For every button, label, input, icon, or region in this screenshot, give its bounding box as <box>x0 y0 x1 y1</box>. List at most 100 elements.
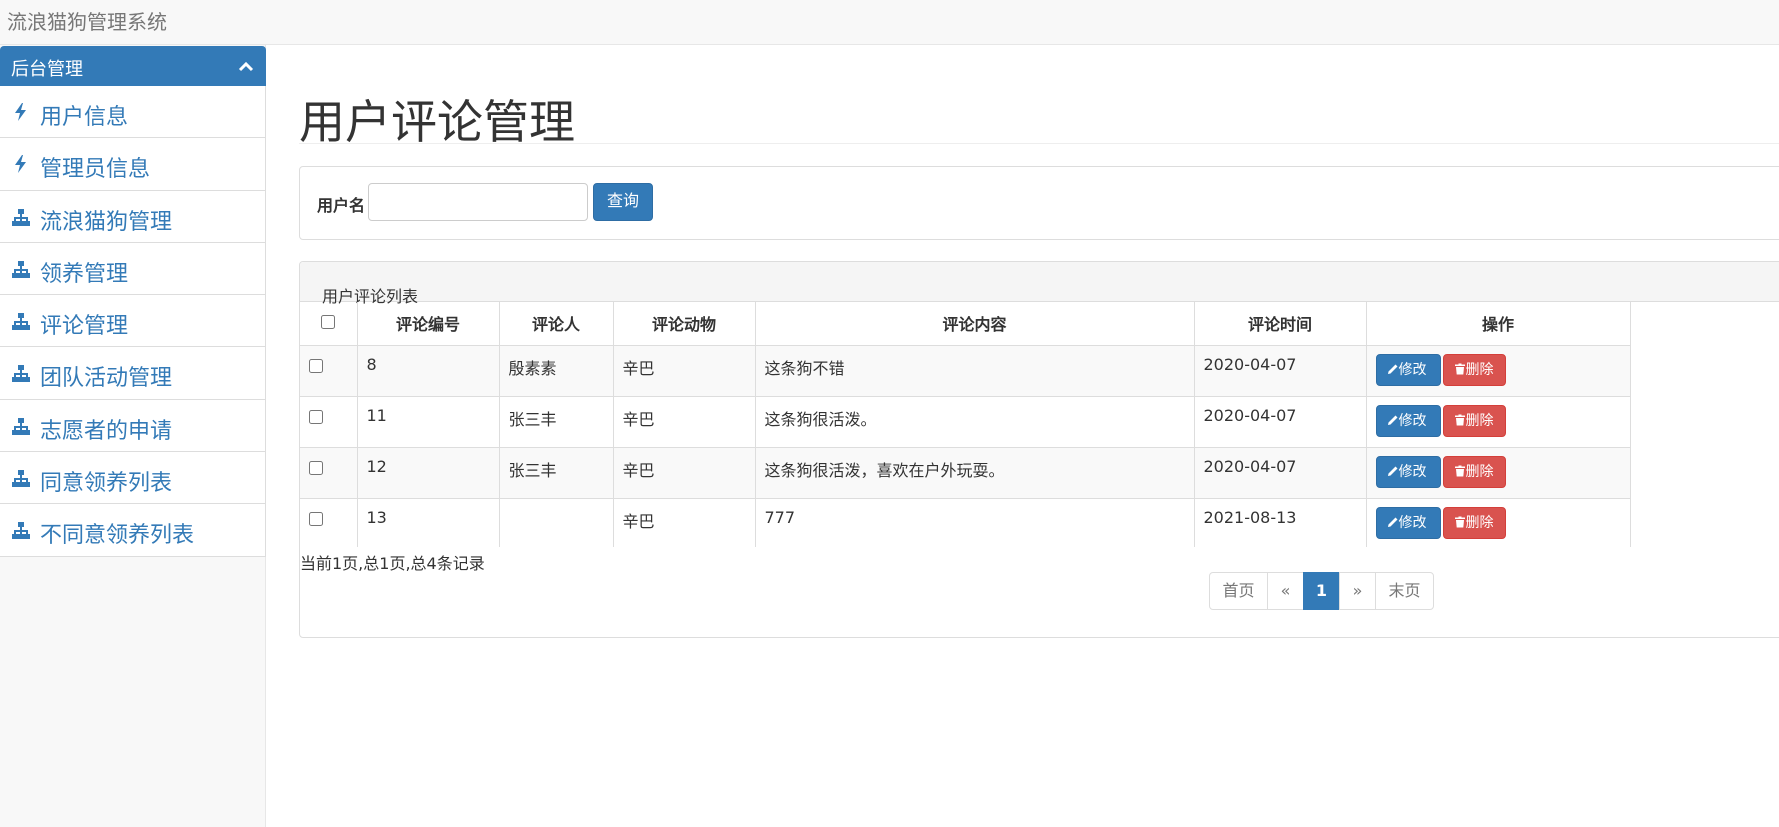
delete-button-label: 删除 <box>1465 412 1494 429</box>
sidebar-item-label: 团队活动管理 <box>40 366 173 392</box>
title-divider <box>299 143 1779 144</box>
row-checkbox[interactable] <box>309 409 323 424</box>
sidebar-item[interactable]: 不同意领养列表 <box>0 504 266 557</box>
animal-cell: 辛巴 <box>613 396 756 448</box>
sidebar-item[interactable]: 同意领养列表 <box>0 452 266 505</box>
sidebar-item-label: 不同意领养列表 <box>40 523 195 549</box>
pencil-icon <box>1387 466 1397 476</box>
select-all-cell <box>300 302 358 346</box>
chevron-up-icon <box>238 61 254 72</box>
sidebar-item-label: 评论管理 <box>40 314 129 340</box>
edit-button[interactable]: 修改 <box>1375 404 1441 437</box>
commenter-cell <box>499 498 614 547</box>
delete-button[interactable]: 删除 <box>1442 455 1506 488</box>
sidebar-item-label: 同意领养列表 <box>40 471 173 497</box>
bolt-icon <box>15 103 26 121</box>
sitemap-icon <box>12 260 30 278</box>
pagination-summary: 当前1页,总1页,总4条记录 <box>300 554 485 573</box>
time-cell: 2020-04-07 <box>1194 447 1367 499</box>
sidebar-item-label: 流浪猫狗管理 <box>40 209 173 235</box>
sidebar-item[interactable]: 团队活动管理 <box>0 347 266 400</box>
actions-cell: 修改 删除 <box>1366 345 1631 397</box>
edit-button[interactable]: 修改 <box>1375 455 1441 488</box>
commenter-cell: 殷素素 <box>499 345 614 397</box>
row-checkbox[interactable] <box>309 358 323 373</box>
delete-button[interactable]: 删除 <box>1442 404 1506 437</box>
edit-button[interactable]: 修改 <box>1375 506 1441 539</box>
sidebar-menu: 用户信息管理员信息流浪猫狗管理 领养管理评论管理团队活动管理志愿者的申请同意领养列… <box>0 86 266 557</box>
table-row: 11 张三丰 辛巴 这条狗很活泼。 2020-04-07 修改 删除 <box>300 396 1631 448</box>
search-label: 用户名 <box>317 196 366 215</box>
current-page-link[interactable]: 1 <box>1303 572 1340 610</box>
search-button[interactable]: 查询 <box>593 183 653 221</box>
time-cell: 2021-08-13 <box>1194 498 1367 547</box>
pencil-icon <box>1387 364 1397 374</box>
row-select-cell <box>300 345 358 397</box>
comment-list-panel: 用户评论列表 评论编号 评论人 评论动物 评论内容 评论时间 操作 8 殷素素 辛巴… <box>299 261 1779 638</box>
prev-page-link[interactable]: « <box>1267 572 1304 610</box>
sidebar-item-label: 用户信息 <box>40 105 129 130</box>
content-cell: 777 <box>755 498 1195 547</box>
sidebar-item[interactable]: 流浪猫狗管理 <box>0 190 266 243</box>
delete-button[interactable]: 删除 <box>1442 353 1506 386</box>
comment-table: 评论编号 评论人 评论动物 评论内容 评论时间 操作 8 殷素素 辛巴 这条狗不错 20… <box>300 302 1631 547</box>
bolt-icon <box>15 155 26 174</box>
column-header: 评论编号 <box>357 302 500 346</box>
content-cell: 这条狗不错 <box>755 345 1195 397</box>
sidebar-item[interactable]: 用户信息 <box>0 86 266 139</box>
sitemap-icon <box>12 417 30 435</box>
animal-cell: 辛巴 <box>613 345 756 397</box>
sidebar-header[interactable]: 后台管理 <box>0 46 266 86</box>
sidebar-item[interactable]: 评论管理 <box>0 295 266 348</box>
sidebar: 后台管理 用户信息管理员信息流浪猫狗管理 领养管理评论管理团队活动管理志愿者的申请… <box>0 45 266 827</box>
edit-button-label: 修改 <box>1398 412 1427 429</box>
sidebar-item[interactable]: 领养管理 <box>0 242 266 296</box>
last-page-link[interactable]: 末页 <box>1375 572 1434 610</box>
sidebar-item[interactable]: 管理员信息 <box>0 138 266 191</box>
delete-button[interactable]: 删除 <box>1442 506 1506 539</box>
app-title[interactable]: 流浪猫狗管理系统 <box>7 6 167 35</box>
trash-icon <box>1454 363 1465 374</box>
first-page-link[interactable]: 首页 <box>1209 572 1268 610</box>
list-panel-heading: 用户评论列表 <box>300 262 1779 306</box>
actions-cell: 修改 删除 <box>1366 396 1631 448</box>
sidebar-header-label: 后台管理 <box>11 59 83 80</box>
select-all-checkbox[interactable] <box>321 314 336 329</box>
trash-icon <box>1454 516 1465 527</box>
commenter-cell: 张三丰 <box>499 447 614 499</box>
sitemap-icon <box>12 470 30 488</box>
sitemap-icon <box>12 365 30 383</box>
actions-cell: 修改 删除 <box>1366 498 1631 547</box>
row-checkbox[interactable] <box>309 460 323 475</box>
top-navbar: 流浪猫狗管理系统 <box>0 0 1779 45</box>
username-search-input[interactable] <box>368 183 588 221</box>
edit-button-label: 修改 <box>1398 463 1427 480</box>
row-select-cell <box>300 396 358 448</box>
trash-icon <box>1454 465 1465 476</box>
sidebar-item-label: 领养管理 <box>40 261 129 287</box>
delete-button-label: 删除 <box>1465 514 1494 531</box>
column-header: 评论时间 <box>1194 302 1367 346</box>
sidebar-item-label: 管理员信息 <box>40 157 151 183</box>
edit-button[interactable]: 修改 <box>1375 353 1441 386</box>
content-cell: 这条狗很活泼。 <box>755 396 1195 448</box>
column-header: 评论内容 <box>755 302 1195 346</box>
comment-id-cell: 8 <box>357 345 500 397</box>
animal-cell: 辛巴 <box>613 447 756 499</box>
row-checkbox[interactable] <box>309 511 323 526</box>
row-select-cell <box>300 498 358 547</box>
sitemap-icon <box>12 208 30 226</box>
table-header-row: 评论编号 评论人 评论动物 评论内容 评论时间 操作 <box>300 302 1631 346</box>
pencil-icon <box>1387 415 1397 425</box>
time-cell: 2020-04-07 <box>1194 345 1367 397</box>
commenter-cell: 张三丰 <box>499 396 614 448</box>
sidebar-item[interactable]: 志愿者的申请 <box>0 399 266 453</box>
actions-cell: 修改 删除 <box>1366 447 1631 499</box>
table-row: 12 张三丰 辛巴 这条狗很活泼，喜欢在户外玩耍。 2020-04-07 修改 删除 <box>300 447 1631 499</box>
table-row: 13 辛巴 777 2021-08-13 修改 删除 <box>300 498 1631 547</box>
column-header: 评论人 <box>499 302 614 346</box>
next-page-link[interactable]: » <box>1339 572 1376 610</box>
content-cell: 这条狗很活泼，喜欢在户外玩耍。 <box>755 447 1195 499</box>
comment-id-cell: 12 <box>357 447 500 499</box>
trash-icon <box>1454 414 1465 425</box>
